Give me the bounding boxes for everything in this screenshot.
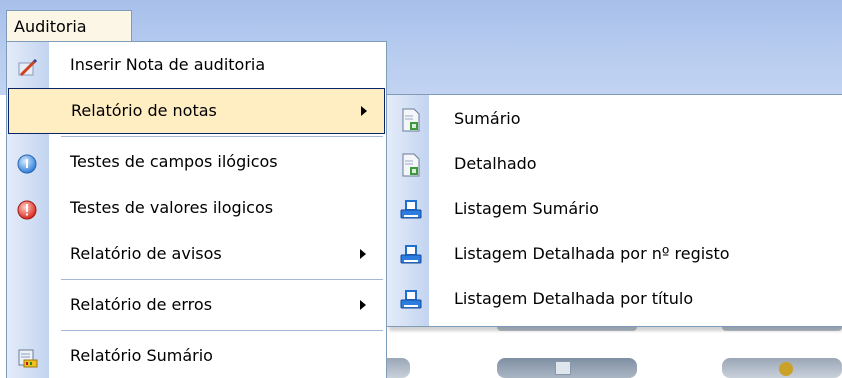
- submenu-item-listagem-detalhada-titulo[interactable]: Listagem Detalhada por título: [387, 277, 842, 322]
- menu-item-relatorio-avisos[interactable]: Relatório de avisos: [7, 231, 386, 277]
- submenu-arrow-icon: [360, 300, 366, 310]
- menu-separator: [61, 330, 383, 331]
- submenu-arrow-icon: [360, 249, 366, 259]
- background-button: [722, 358, 842, 378]
- report-document-icon: [400, 108, 422, 132]
- menu-item-relatorio-sumario[interactable]: Relatório Sumário: [7, 333, 386, 378]
- report-summary-icon: [17, 347, 38, 368]
- submenu-item-detalhado[interactable]: Detalhado: [387, 142, 842, 187]
- menu-item-relatorio-erros[interactable]: Relatório de erros: [7, 282, 386, 328]
- menu-item-inserir-nota[interactable]: Inserir Nota de auditoria: [7, 42, 386, 88]
- menu-item-label: Inserir Nota de auditoria: [70, 55, 266, 74]
- submenu-item-label: Listagem Sumário: [454, 199, 599, 218]
- menu-item-label: Relatório de notas: [71, 101, 217, 120]
- submenu-item-label: Listagem Detalhada por título: [454, 289, 694, 308]
- menu-item-label: Testes de campos ilógicos: [70, 152, 278, 171]
- menu-item-label: Relatório de erros: [70, 295, 213, 314]
- submenu-item-listagem-sumario[interactable]: Listagem Sumário: [387, 187, 842, 232]
- menu-title-label: Auditoria: [14, 17, 87, 36]
- menu-auditoria[interactable]: Auditoria: [6, 10, 132, 42]
- menu-item-relatorio-notas[interactable]: Relatório de notas: [8, 88, 385, 134]
- auditoria-dropdown: Inserir Nota de auditoria Relatório de n…: [6, 41, 387, 378]
- printer-icon: [400, 288, 422, 312]
- report-document-icon: [400, 153, 422, 177]
- submenu-item-label: Listagem Detalhada por nº registo: [454, 244, 730, 263]
- background-button: [497, 358, 637, 378]
- menu-item-testes-valores[interactable]: Testes de valores ilogicos: [7, 185, 386, 231]
- relatorio-notas-submenu: Sumário Detalhado Listagem Sumário Lista…: [386, 94, 842, 327]
- note-pencil-icon: [17, 57, 38, 77]
- user-icon: [779, 362, 793, 376]
- menu-separator: [61, 279, 383, 280]
- submenu-item-sumario[interactable]: Sumário: [387, 97, 842, 142]
- menu-item-testes-campos[interactable]: Testes de campos ilógicos: [7, 139, 386, 185]
- submenu-item-label: Sumário: [454, 109, 521, 128]
- submenu-item-label: Detalhado: [454, 154, 537, 173]
- submenu-arrow-icon: [361, 106, 367, 116]
- printer-icon: [400, 243, 422, 267]
- printer-icon: [400, 198, 422, 222]
- menu-item-label: Testes de valores ilogicos: [70, 198, 274, 217]
- menu-item-label: Relatório de avisos: [70, 244, 222, 263]
- menu-separator: [61, 136, 383, 137]
- info-icon: [17, 154, 37, 174]
- document-icon: [555, 361, 571, 375]
- menu-item-label: Relatório Sumário: [70, 346, 213, 365]
- submenu-item-listagem-detalhada-registo[interactable]: Listagem Detalhada por nº registo: [387, 232, 842, 277]
- error-icon: [17, 200, 37, 220]
